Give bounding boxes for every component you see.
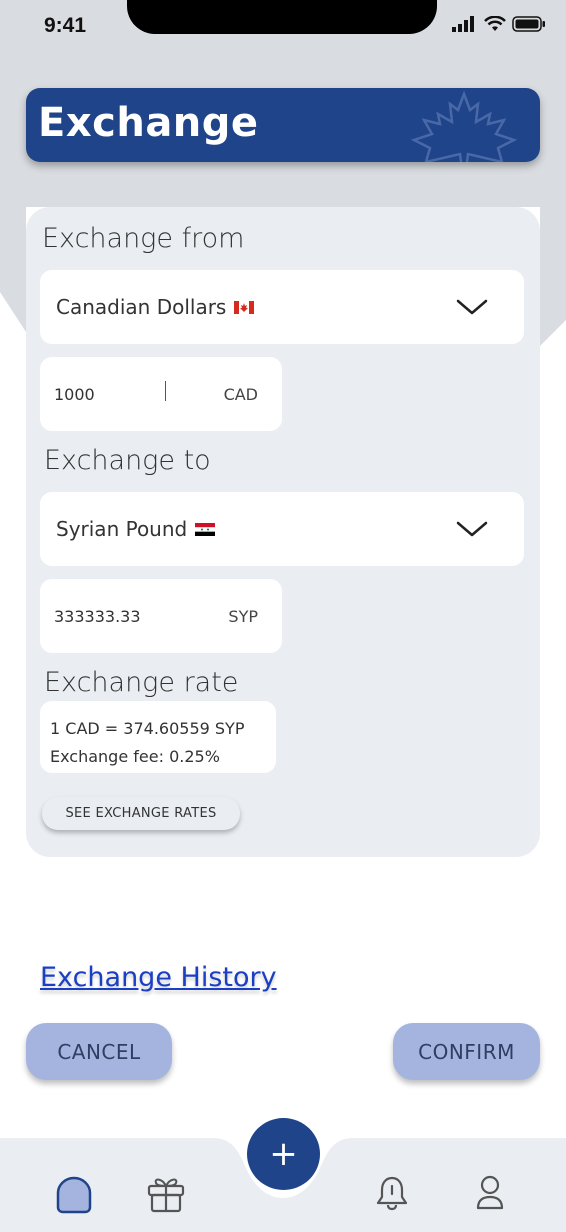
from-amount-field[interactable]: 1000 CAD — [40, 357, 282, 431]
from-currency-value: Canadian Dollars — [56, 295, 227, 319]
exchange-card: Exchange from Canadian Dollars 1000 CAD … — [26, 207, 540, 857]
gift-icon[interactable] — [146, 1174, 186, 1214]
to-currency-select[interactable]: Syrian Pound — [40, 492, 524, 566]
add-button[interactable]: + — [247, 1118, 320, 1190]
bell-icon[interactable] — [375, 1174, 409, 1212]
status-time: 9:41 — [44, 14, 87, 37]
exchange-fee: Exchange fee: 0.25% — [50, 747, 220, 766]
canada-flag-icon — [234, 300, 255, 314]
status-bar: 9:41 — [0, 0, 566, 56]
chevron-down-icon[interactable] — [456, 520, 488, 538]
to-currency-value: Syrian Pound — [56, 517, 188, 541]
page-header: Exchange — [26, 88, 540, 162]
see-exchange-rates-button[interactable]: SEE EXCHANGE RATES — [42, 797, 240, 830]
exchange-to-label: Exchange to — [44, 445, 211, 476]
home-icon[interactable] — [55, 1175, 93, 1215]
chevron-down-icon[interactable] — [456, 298, 488, 316]
battery-icon — [512, 16, 545, 32]
page-title: Exchange — [38, 100, 259, 146]
from-amount-value: 1000 — [54, 385, 95, 404]
maple-leaf-icon — [410, 90, 518, 162]
exchange-rate-box: 1 CAD = 374.60559 SYP Exchange fee: 0.25… — [40, 701, 276, 773]
wifi-icon — [484, 16, 506, 31]
text-cursor — [165, 381, 166, 401]
exchange-history-link[interactable]: Exchange History — [40, 962, 277, 993]
syria-flag-icon — [195, 522, 216, 536]
rate-value: 1 CAD = 374.60559 SYP — [50, 719, 245, 738]
exchange-rate-label: Exchange rate — [44, 667, 239, 698]
signal-icon — [452, 16, 474, 32]
status-icons — [452, 16, 546, 32]
to-amount-unit: SYP — [228, 607, 258, 626]
from-amount-unit: CAD — [223, 385, 258, 404]
cancel-button[interactable]: CANCEL — [26, 1023, 172, 1080]
to-amount-field[interactable]: 333333.33 SYP — [40, 579, 282, 653]
from-currency-select[interactable]: Canadian Dollars — [40, 270, 524, 344]
user-icon[interactable] — [474, 1174, 506, 1212]
to-amount-value: 333333.33 — [54, 607, 141, 626]
notch — [127, 0, 437, 34]
confirm-button[interactable]: CONFIRM — [393, 1023, 540, 1080]
exchange-from-label: Exchange from — [42, 223, 245, 254]
